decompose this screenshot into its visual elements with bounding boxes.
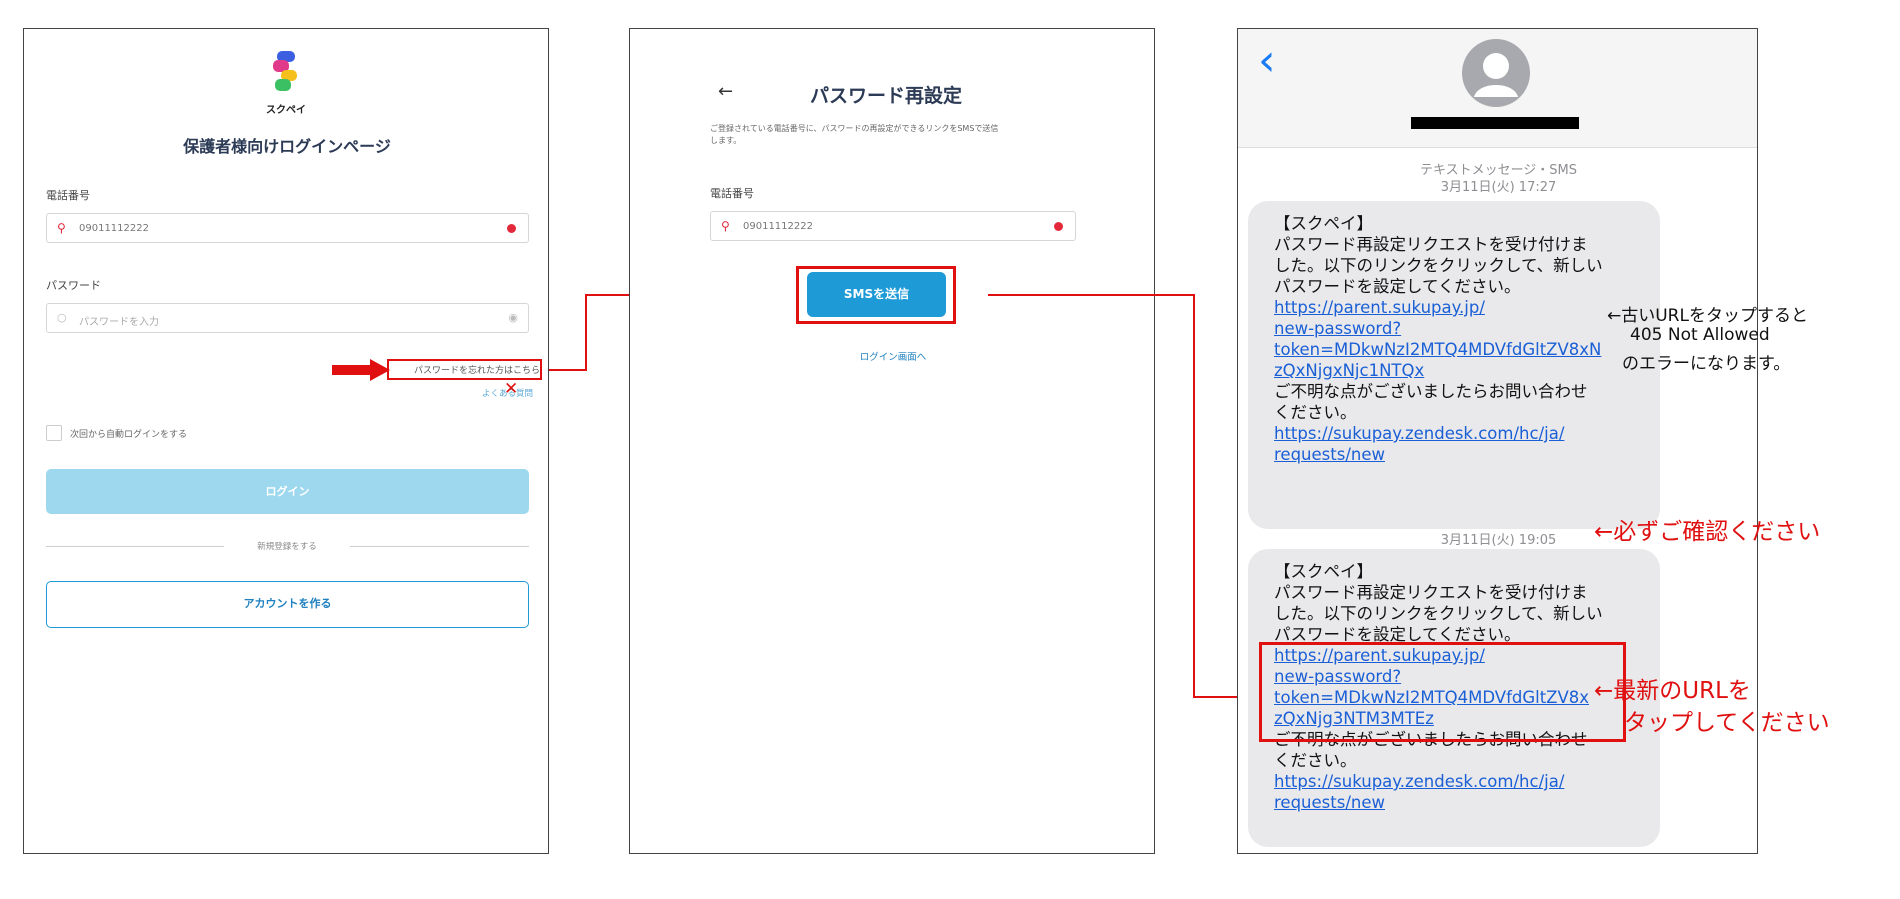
old-url-note-line1: ←古いURLをタップすると (1607, 306, 1808, 326)
login-screen: スクペイ 保護者様向けログインページ 電話番号 ⚲ 09011112222 パス… (23, 28, 549, 854)
password-placeholder: パスワードを入力 (79, 317, 159, 328)
old-reset-link[interactable]: token=MDkwNzI2MTQ4MDVfdGltZV8xN (1274, 339, 1650, 360)
back-arrow-icon[interactable]: ← (718, 81, 733, 102)
app-logo (271, 51, 301, 95)
message-bubble: 【スクペイ】 パスワード再設定リクエストを受け付けま した。以下のリンクをクリッ… (1248, 201, 1660, 529)
support-link[interactable]: https://sukupay.zendesk.com/hc/ja/ (1274, 771, 1650, 792)
phone-input[interactable]: ⚲ 09011112222 (46, 213, 529, 243)
message-line: 【スクペイ】 (1274, 562, 1373, 581)
phone-value: 09011112222 (79, 223, 149, 234)
phone-input[interactable]: ⚲ 09011112222 (710, 211, 1076, 241)
message-line: パスワードを設定してください。 (1274, 277, 1521, 296)
create-account-button[interactable]: アカウントを作る (46, 581, 529, 628)
support-link[interactable]: https://sukupay.zendesk.com/hc/ja/ (1274, 423, 1650, 444)
confirm-note: ←必ずご確認ください (1594, 519, 1821, 545)
valid-check-icon (507, 224, 516, 233)
connector-line (1193, 696, 1243, 698)
person-icon: ⚲ (57, 221, 66, 235)
old-reset-link[interactable]: https://parent.sukupay.jp/ (1274, 297, 1650, 318)
old-url-note-line3: のエラーになります。 (1622, 354, 1791, 374)
phone-value: 09011112222 (743, 221, 813, 232)
login-button[interactable]: ログイン (46, 469, 529, 514)
latest-link-highlight (1259, 642, 1626, 742)
page-title: 保護者様向けログインページ (183, 137, 391, 156)
password-input[interactable]: ○ パスワードを入力 ◉ (46, 303, 529, 333)
eye-icon[interactable]: ◉ (508, 311, 518, 324)
message-line: ください。 (1274, 403, 1357, 422)
message-line: パスワード再設定リクエストを受け付けま (1274, 235, 1588, 254)
support-link[interactable]: requests/new (1274, 444, 1650, 465)
forgot-password-link[interactable]: パスワードを忘れた方はこちら (392, 363, 540, 376)
back-chevron-icon[interactable]: ‹ (1258, 39, 1276, 83)
message-line: ください。 (1274, 751, 1357, 770)
old-url-note-line2: 405 Not Allowed (1630, 325, 1770, 345)
password-label: パスワード (46, 279, 101, 292)
password-reset-screen: ← パスワード再設定 ご登録されている電話番号に、パスワードの再設定ができるリン… (629, 28, 1155, 854)
reset-description-line1: ご登録されている電話番号に、パスワードの再設定ができるリンクをSMSで送信 (710, 124, 999, 133)
connector-line (988, 294, 1195, 296)
signup-divider-text: 新規登録をする (224, 540, 350, 552)
reset-title: パスワード再設定 (810, 85, 963, 107)
remember-checkbox[interactable] (46, 425, 62, 441)
connector-line (1193, 294, 1195, 698)
valid-check-icon (1054, 222, 1063, 231)
connector-line (585, 294, 587, 371)
old-reset-link[interactable]: zQxNjgxNjc1NTQx (1274, 360, 1650, 381)
lock-icon: ○ (57, 311, 67, 324)
latest-url-note-line2: タップしてください (1624, 710, 1830, 736)
reset-description-line2: します。 (710, 136, 742, 145)
person-icon: ⚲ (721, 219, 730, 233)
logo-text: スクペイ (266, 105, 306, 116)
support-link[interactable]: requests/new (1274, 792, 1650, 813)
connector-line (549, 369, 586, 371)
annotation-arrow-icon (332, 359, 390, 381)
message-line: パスワード再設定リクエストを受け付けま (1274, 583, 1588, 602)
latest-url-note-line1: ←最新のURLを (1594, 678, 1751, 704)
phone-label: 電話番号 (46, 189, 90, 202)
message-line: 【スクペイ】 (1274, 214, 1373, 233)
phone-label: 電話番号 (710, 187, 754, 200)
back-to-login-link[interactable]: ログイン画面へ (630, 349, 1154, 363)
message-line: ご不明な点がございましたらお問い合わせ (1274, 382, 1588, 401)
message-line: した。以下のリンクをクリックして、新しい (1274, 256, 1603, 275)
avatar (1462, 39, 1530, 107)
remember-label: 次回から自動ログインをする (70, 430, 188, 440)
cross-mark-icon: ✕ (504, 379, 519, 399)
old-reset-link[interactable]: new-password? (1274, 318, 1650, 339)
message-line: した。以下のリンクをクリックして、新しい (1274, 604, 1603, 623)
send-sms-button[interactable]: SMSを送信 (807, 272, 946, 317)
contact-name-redacted (1411, 117, 1579, 129)
sms-date-1: 3月11日(火) 17:27 (1440, 180, 1557, 195)
